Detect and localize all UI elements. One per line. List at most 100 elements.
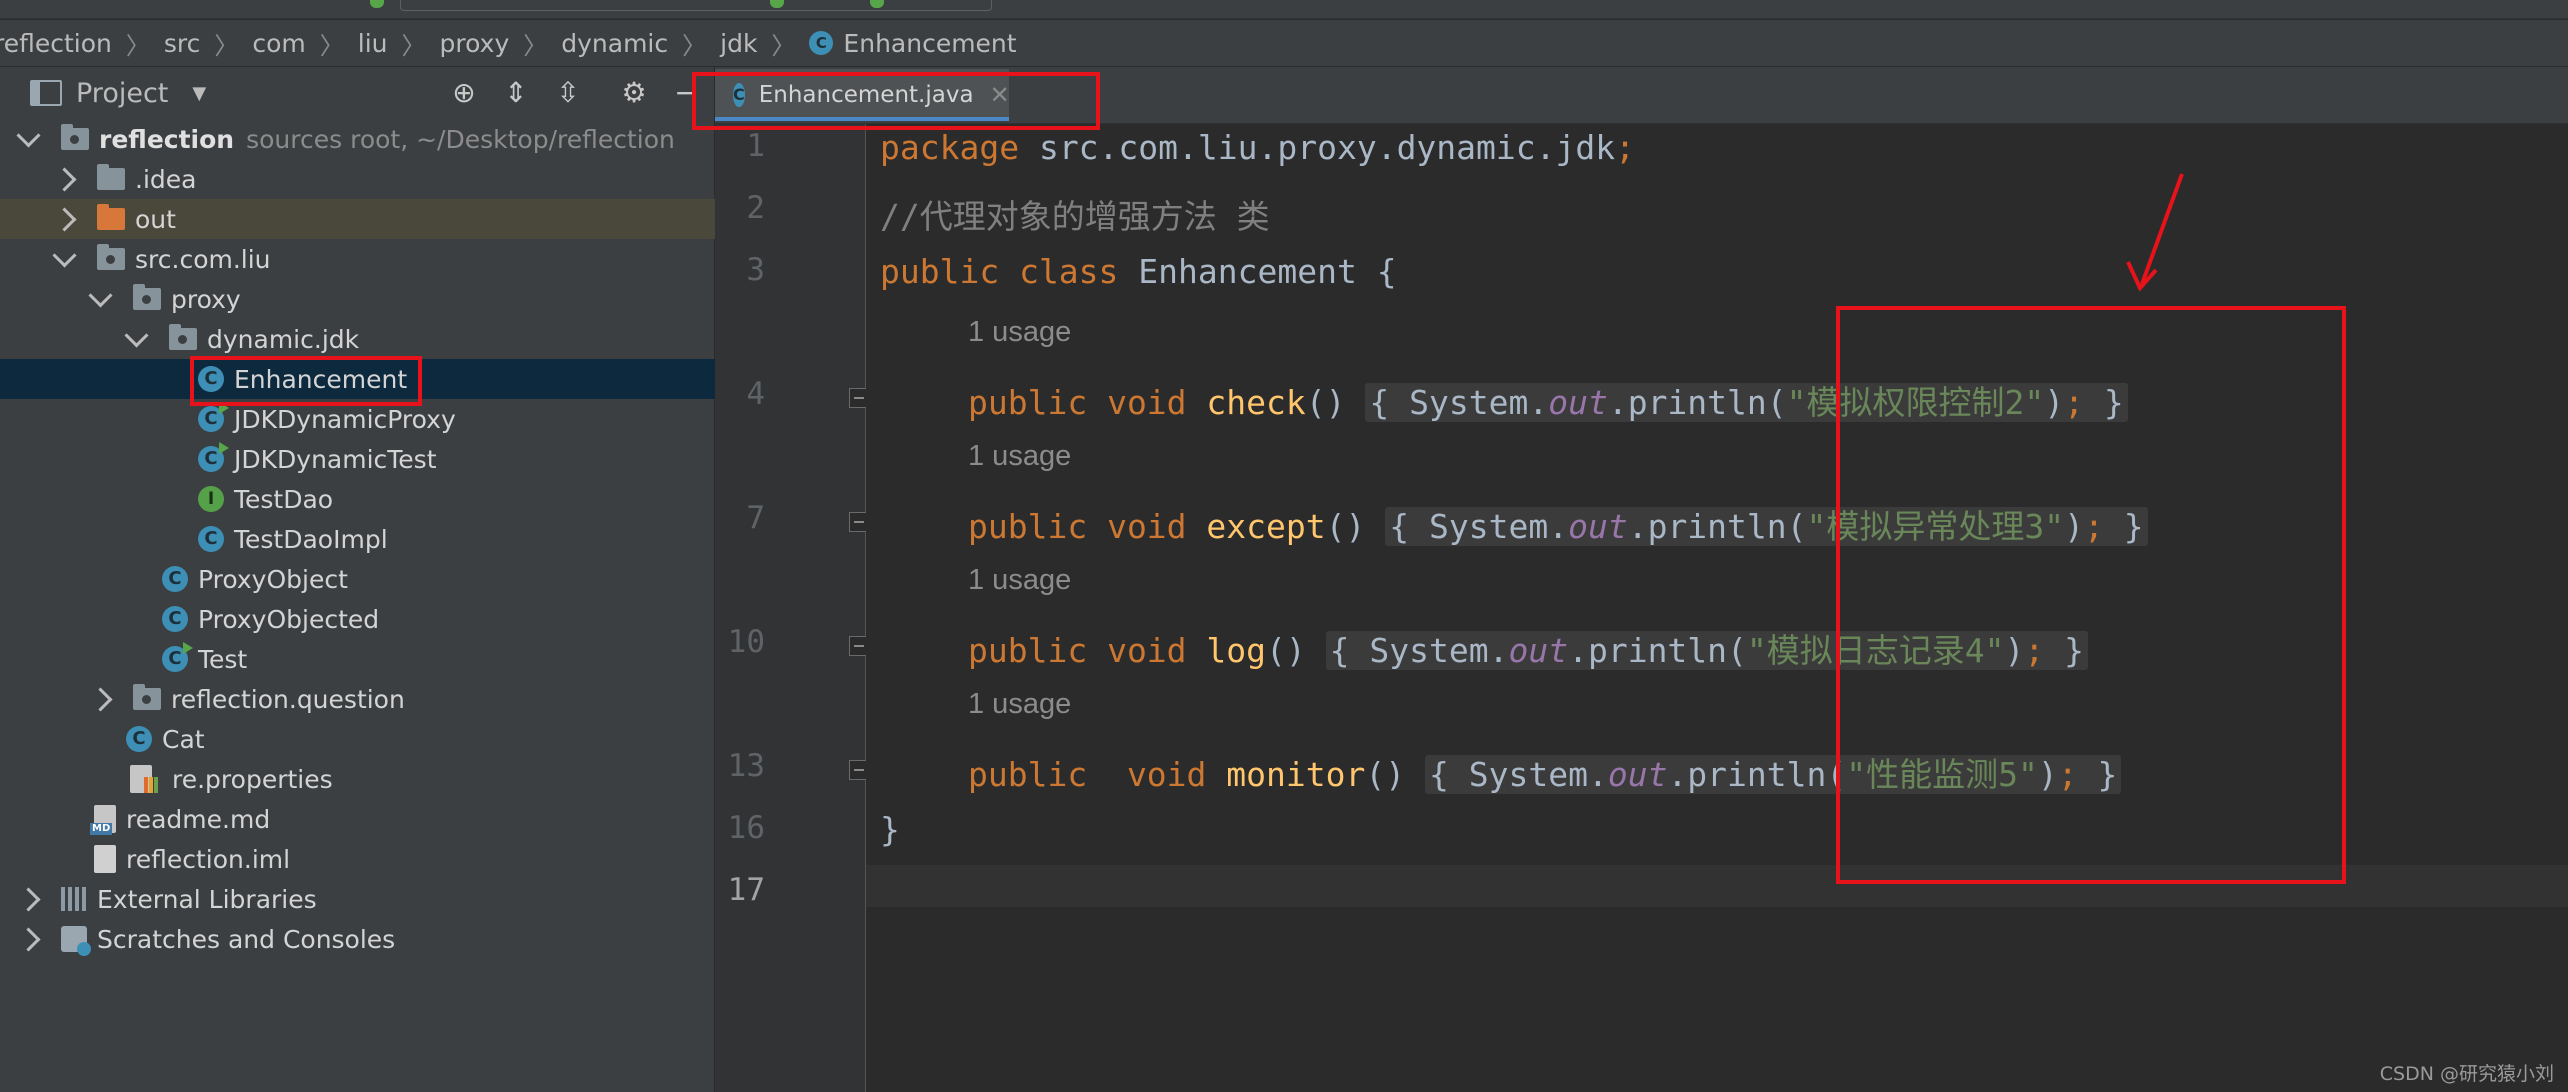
tree-item-label: External Libraries [97,884,317,914]
module-file-icon [94,845,116,873]
chevron-right-icon: 〉 [771,31,796,60]
chevron-right-icon[interactable] [52,206,77,232]
code-line-1: package src.com.liu.proxy.dynamic.jdk; [880,128,1635,167]
line-number: 2 [746,190,765,226]
chevron-right-icon[interactable] [88,686,113,712]
tree-item-label: reflection [99,124,235,154]
annotation-box-strings [1836,306,2346,884]
breadcrumb-item[interactable]: Enhancement [843,29,1016,58]
scratches-icon [61,926,91,956]
package-icon [169,324,197,350]
run-icon[interactable] [370,0,384,8]
project-view-icon [30,80,62,106]
tree-item-label: src.com.liu [135,244,271,274]
class-icon: C [162,566,188,592]
line-number: 4 [746,376,765,412]
tree-item-label: .idea [135,164,197,194]
tree-item-label: Test [198,644,248,674]
line-number: 3 [746,252,765,288]
tree-item-label: ProxyObjected [198,604,380,634]
line-number: 16 [727,810,765,846]
code-line-3: public class Enhancement { [880,252,1397,291]
locate-icon[interactable]: ⊕ [448,77,480,109]
tree-item-label: Cat [162,724,205,754]
tree-item-label: TestDaoImpl [234,524,388,554]
breadcrumb-item[interactable]: reflection [0,29,112,58]
line-number-current: 17 [727,872,765,908]
markdown-file-icon: MD [90,805,116,835]
runnable-class-icon: C [162,642,193,672]
class-icon: C [198,526,224,552]
folder-icon [97,164,125,190]
breadcrumb-item[interactable]: dynamic [561,29,668,58]
tree-item-label: JDKDynamicTest [234,444,437,474]
runnable-class-icon: C [198,442,229,472]
usage-hint[interactable]: 1 usage [968,440,1071,473]
class-icon: C [126,726,152,752]
tree-item-scratches[interactable]: Scratches and Consoles [0,919,734,959]
annotation-box-tab [692,72,1100,130]
chevron-down-icon[interactable] [88,282,113,308]
chevron-right-icon: 〉 [125,31,150,60]
breadcrumb-item[interactable]: proxy [440,29,510,58]
tree-item-proxy[interactable]: proxy [0,279,806,319]
breadcrumb-item[interactable]: src [164,29,201,58]
breadcrumb-item[interactable]: com [252,29,305,58]
collapse-all-icon[interactable]: ⇳ [552,77,584,109]
tree-item-label: JDKDynamicProxy [234,404,456,434]
editor-gutter: 1 2 3 4 7 10 13 16 17 [715,124,869,1092]
code-line-2: //代理对象的增强方法 类 [880,197,1270,236]
libraries-icon [61,887,87,911]
line-number: 10 [727,624,765,660]
dropdown-arrow-icon[interactable]: ▼ [192,83,206,104]
gear-icon[interactable]: ⚙ [618,77,650,109]
line-number: 1 [746,128,765,164]
annotation-arrow-icon [2126,173,2184,292]
tree-item-cat[interactable]: C Cat [0,719,840,759]
class-icon: C [162,606,188,632]
usage-hint[interactable]: 1 usage [968,564,1071,597]
expand-all-icon[interactable]: ⇕ [500,77,532,109]
chevron-right-icon[interactable] [16,886,41,912]
run-config-selector[interactable] [400,0,992,11]
project-view-title[interactable]: Project [76,78,168,109]
tree-item-reflection[interactable]: reflection sources root, ~/Desktop/refle… [0,119,734,159]
tree-item-label: reflection.question [171,684,405,714]
tree-item-label: reflection.iml [126,844,291,874]
tree-item-readme[interactable]: MD readme.md [0,799,808,839]
tree-item-label: ProxyObject [198,564,348,594]
tree-item-reflection-question[interactable]: reflection.question [0,679,806,719]
chevron-down-icon[interactable] [124,322,149,348]
usage-hint[interactable]: 1 usage [968,688,1071,721]
project-panel-header: Project ▼ ⊕ ⇕ ⇳ ⚙ − [0,67,714,119]
breadcrumb-item[interactable]: liu [358,29,388,58]
chevron-right-icon: 〉 [523,31,548,60]
chevron-down-icon[interactable] [16,122,41,148]
tree-item-external-libraries[interactable]: External Libraries [0,879,734,919]
excluded-folder-icon [97,204,125,230]
tree-item-label: out [135,204,176,234]
chevron-right-icon: 〉 [319,31,344,60]
chevron-right-icon[interactable] [52,166,77,192]
line-number: 13 [727,748,765,784]
tree-item-label: dynamic.jdk [207,324,360,354]
package-icon [133,684,161,710]
tree-item-src-com-liu[interactable]: src.com.liu [0,239,770,279]
chevron-right-icon: 〉 [401,31,426,60]
breadcrumb-item[interactable]: jdk [720,29,757,58]
class-icon: C [198,402,229,432]
project-panel: Project ▼ ⊕ ⇕ ⇳ ⚙ − reflection sources r… [0,67,912,1092]
breadcrumb: reflection 〉 src 〉 com 〉 liu 〉 proxy 〉 dynami… [0,20,2568,67]
tree-item-label: proxy [171,284,241,314]
chevron-down-icon[interactable] [52,242,77,268]
code-line-16: } [880,810,900,849]
chevron-right-icon[interactable] [16,926,41,952]
usage-hint[interactable]: 1 usage [968,316,1071,349]
class-icon: C [809,31,834,55]
package-icon [97,244,125,270]
tree-item-out[interactable]: out [0,199,770,239]
tree-item-reflection-iml[interactable]: reflection.iml [0,839,808,879]
tree-item-label: re.properties [172,764,333,794]
tree-item-note: sources root, ~/Desktop/reflection [246,124,675,154]
tree-item-idea[interactable]: .idea [0,159,770,199]
